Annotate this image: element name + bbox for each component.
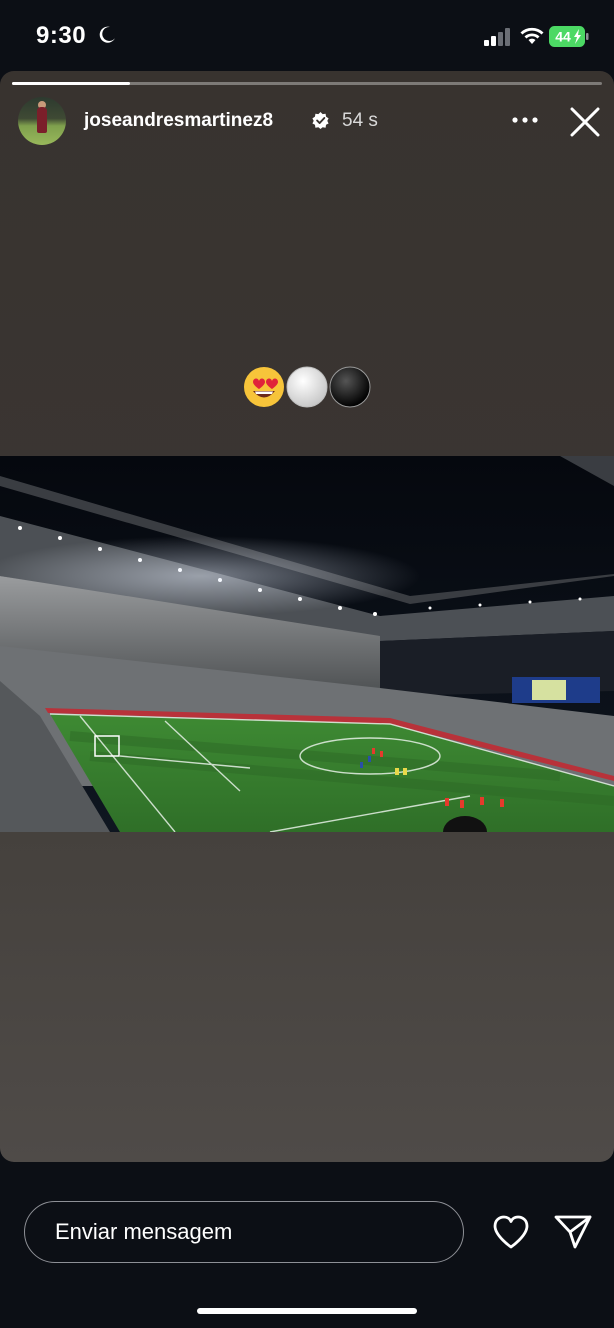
home-indicator[interactable] [197, 1308, 417, 1314]
story-progress-fill [12, 82, 130, 85]
story-viewer[interactable]: joseandresmartinez8 54 s [0, 71, 614, 1162]
status-time: 9:30 [36, 22, 87, 49]
story-progress-bar [12, 82, 602, 85]
white-circle-emoji-icon [286, 366, 328, 408]
wifi-icon [520, 27, 544, 44]
black-circle-emoji-icon [329, 366, 371, 408]
emoji-sticker[interactable] [244, 366, 374, 408]
status-bar: 9:30 44 [0, 0, 614, 72]
message-placeholder[interactable]: Enviar mensagem [55, 1219, 232, 1245]
moon-icon [99, 26, 115, 43]
username[interactable]: joseandresmartinez8 [84, 110, 273, 132]
stadium-photo [0, 456, 614, 832]
close-icon[interactable] [568, 105, 602, 139]
send-icon[interactable] [553, 1214, 593, 1250]
more-options-icon[interactable] [509, 111, 541, 129]
heart-icon[interactable] [492, 1214, 530, 1250]
story-time-ago: 54 s [342, 110, 378, 131]
battery-charging-icon: 44 [549, 26, 589, 47]
heart-eyes-emoji-icon [244, 367, 284, 407]
battery-level: 44 [555, 29, 571, 45]
avatar[interactable] [18, 97, 66, 145]
verified-badge-icon [312, 112, 329, 129]
avatar-player [37, 107, 47, 133]
cellular-signal-icon [484, 28, 510, 46]
